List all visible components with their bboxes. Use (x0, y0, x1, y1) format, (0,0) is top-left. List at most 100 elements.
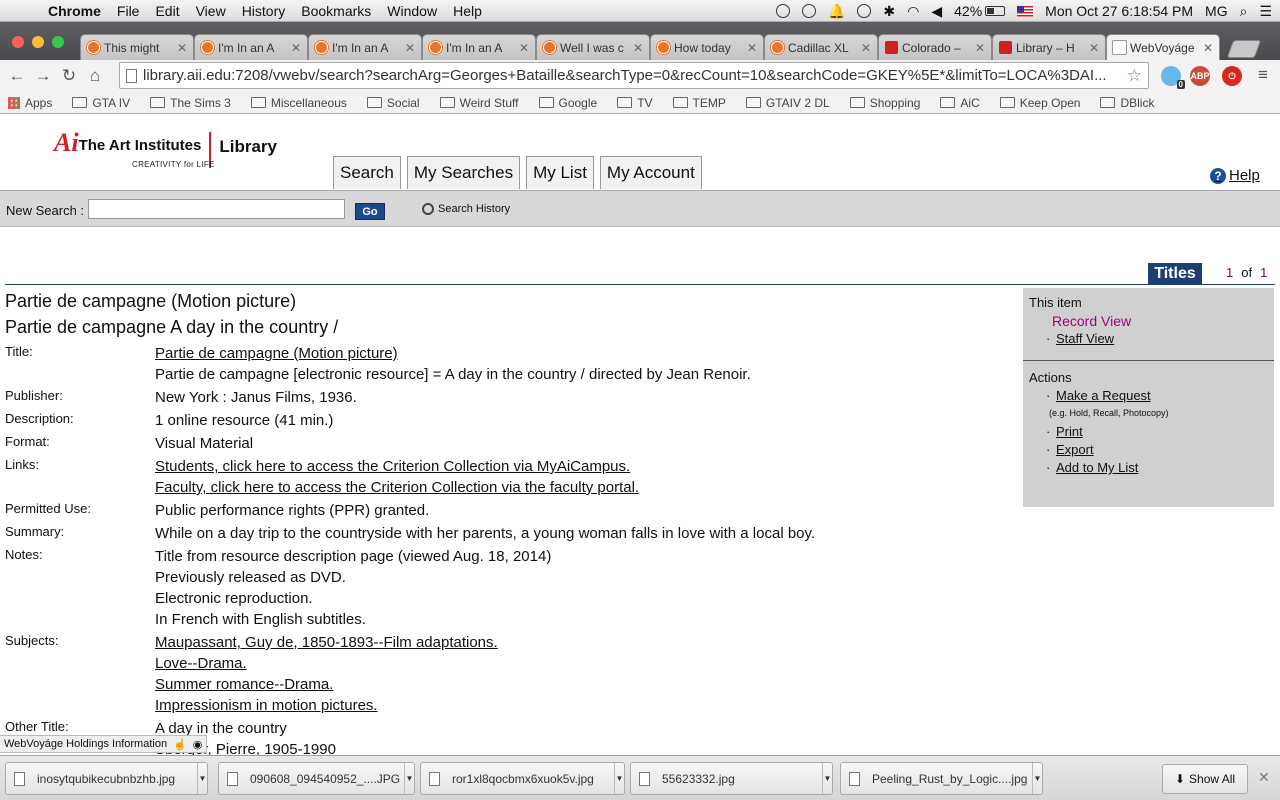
browser-tab[interactable]: This might ✕ (80, 34, 194, 60)
close-tab-icon[interactable]: ✕ (975, 41, 985, 55)
menu-history[interactable]: History (234, 3, 294, 19)
browser-tab[interactable]: I'm In an A ✕ (194, 34, 308, 60)
students-access-link[interactable]: Students, click here to access the Crite… (155, 458, 630, 475)
add-to-my-list-link[interactable]: Add to My List (1046, 460, 1138, 475)
go-button[interactable]: Go (355, 203, 385, 220)
back-arrow-icon[interactable]: ← (4, 66, 30, 86)
pager-current[interactable]: 1 (1226, 265, 1233, 280)
menu-edit[interactable]: Edit (147, 3, 187, 19)
pager-total[interactable]: 1 (1260, 265, 1267, 280)
bluetooth-icon[interactable]: ✱ (883, 3, 895, 20)
notification-bell-icon[interactable]: 🔔 (828, 3, 845, 20)
address-bar[interactable]: library.aii.edu:7208/vwebv/search?search… (119, 62, 1149, 89)
time-machine-icon[interactable] (857, 4, 872, 18)
close-tab-icon[interactable]: ✕ (633, 41, 643, 55)
download-item[interactable]: ror1xl8qocbmx6xuok5v.jpg ▼ (420, 762, 625, 795)
menu-window[interactable]: Window (379, 3, 445, 19)
lightbulb-icon[interactable] (775, 4, 790, 18)
close-tab-icon[interactable]: ✕ (747, 41, 757, 55)
adblock-plus-icon[interactable]: ABP (1190, 66, 1210, 86)
print-link[interactable]: Print (1046, 424, 1083, 439)
bookmark-folder[interactable]: GTA IV (72, 96, 130, 110)
browser-tab[interactable]: I'm In an A ✕ (422, 34, 536, 60)
reload-icon[interactable]: ↻ (56, 66, 82, 86)
user-name[interactable]: MG (1205, 3, 1228, 19)
tab-my-account[interactable]: My Account (599, 156, 702, 189)
us-flag-input-icon[interactable] (1017, 5, 1034, 17)
close-tab-icon[interactable]: ✕ (177, 41, 187, 55)
download-item[interactable]: Peeling_Rust_by_Logic....jpg ▼ (840, 762, 1043, 795)
chrome-menu-icon[interactable]: ≡ (1250, 65, 1276, 85)
menu-app-name[interactable]: Chrome (40, 3, 109, 19)
subject-link[interactable]: Maupassant, Guy de, 1850-1893--Film adap… (155, 634, 498, 651)
help-link[interactable]: ? Help (1210, 167, 1260, 184)
new-tab-button[interactable] (1226, 40, 1262, 58)
subject-link[interactable]: Love--Drama. (155, 655, 247, 672)
tab-search[interactable]: Search (333, 156, 401, 189)
clock[interactable]: Mon Oct 27 6:18:54 PM (1045, 3, 1193, 19)
zoom-window-icon[interactable] (52, 36, 64, 48)
do-not-disturb-icon[interactable] (801, 4, 816, 18)
download-menu-arrow-icon[interactable]: ▼ (197, 763, 207, 794)
menu-view[interactable]: View (188, 3, 234, 19)
browser-tab[interactable]: Library – H ✕ (992, 34, 1106, 60)
minimize-window-icon[interactable] (32, 36, 44, 48)
close-tab-icon[interactable]: ✕ (291, 41, 301, 55)
close-tab-icon[interactable]: ✕ (1089, 41, 1099, 55)
record-view-link[interactable]: Record View (1052, 313, 1131, 329)
bookmark-apps[interactable]: Apps (8, 96, 52, 110)
bookmark-folder[interactable]: DBlick (1100, 96, 1154, 110)
extension-icon[interactable]: 0 (1161, 66, 1185, 89)
download-menu-arrow-icon[interactable]: ▼ (614, 763, 624, 794)
close-tab-icon[interactable]: ✕ (1203, 41, 1213, 55)
spotlight-search-icon[interactable]: ⌕ (1240, 3, 1248, 20)
power-extension-icon[interactable]: ⏻ (1222, 66, 1242, 86)
battery-status[interactable]: 42% (954, 3, 1006, 19)
forward-arrow-icon[interactable]: → (30, 66, 56, 86)
new-search-input[interactable] (88, 199, 345, 219)
download-menu-arrow-icon[interactable]: ▼ (822, 763, 832, 794)
bookmark-folder[interactable]: Weird Stuff (439, 96, 519, 110)
faculty-access-link[interactable]: Faculty, click here to access the Criter… (155, 479, 639, 496)
browser-tab[interactable]: Colorado – ✕ (878, 34, 992, 60)
bookmark-folder[interactable]: Shopping (849, 96, 920, 110)
menu-bookmarks[interactable]: Bookmarks (293, 3, 379, 19)
download-item[interactable]: inosytqubikecubnbzhb.jpg ▼ (5, 762, 208, 795)
browser-tab[interactable]: Cadillac XL ✕ (764, 34, 878, 60)
bookmark-folder[interactable]: TEMP (672, 96, 726, 110)
close-tab-icon[interactable]: ✕ (405, 41, 415, 55)
menu-help[interactable]: Help (445, 3, 490, 19)
art-institutes-logo[interactable]: Ai The Art Institutes CREATIVITY for LIF… (54, 130, 277, 170)
bookmark-folder[interactable]: Social (366, 96, 420, 110)
staff-view-link[interactable]: Staff View (1046, 331, 1114, 346)
bookmark-folder[interactable]: Keep Open (999, 96, 1080, 110)
subject-link[interactable]: Impressionism in motion pictures. (155, 697, 378, 714)
search-history-link[interactable]: Search History (422, 203, 510, 215)
close-tab-icon[interactable]: ✕ (861, 41, 871, 55)
bookmark-folder[interactable]: TV (617, 96, 653, 110)
download-item[interactable]: 090608_094540952_....JPG ▼ (218, 762, 415, 795)
menu-file[interactable]: File (109, 3, 148, 19)
make-request-link[interactable]: Make a Request (1046, 388, 1151, 403)
browser-tab[interactable]: I'm In an A ✕ (308, 34, 422, 60)
wifi-icon[interactable]: ◠ (907, 3, 919, 20)
bookmark-folder[interactable]: The Sims 3 (150, 96, 231, 110)
tab-my-list[interactable]: My List (526, 156, 594, 189)
export-link[interactable]: Export (1046, 442, 1093, 457)
browser-tab[interactable]: WebVoyáge ✕ (1106, 34, 1220, 60)
browser-tab[interactable]: How today ✕ (650, 34, 764, 60)
bookmark-folder[interactable]: AiC (940, 96, 980, 110)
volume-icon[interactable]: ◀ (931, 3, 942, 20)
download-menu-arrow-icon[interactable]: ▼ (404, 763, 414, 794)
close-window-icon[interactable] (12, 36, 24, 48)
show-all-downloads-button[interactable]: ⬇ Show All (1162, 764, 1248, 794)
bookmark-folder[interactable]: GTAIV 2 DL (745, 96, 830, 110)
bookmark-star-icon[interactable]: ☆ (1127, 66, 1142, 86)
download-item[interactable]: 55623332.jpg ▼ (630, 762, 833, 795)
bookmark-folder[interactable]: Miscellaneous (250, 96, 347, 110)
browser-tab[interactable]: Well I was c ✕ (536, 34, 650, 60)
title-link[interactable]: Partie de campagne (Motion picture) (155, 345, 398, 362)
close-downloads-icon[interactable]: ✕ (1258, 769, 1270, 786)
notification-center-icon[interactable]: ☰ (1259, 3, 1272, 20)
subject-link[interactable]: Summer romance--Drama. (155, 676, 333, 693)
